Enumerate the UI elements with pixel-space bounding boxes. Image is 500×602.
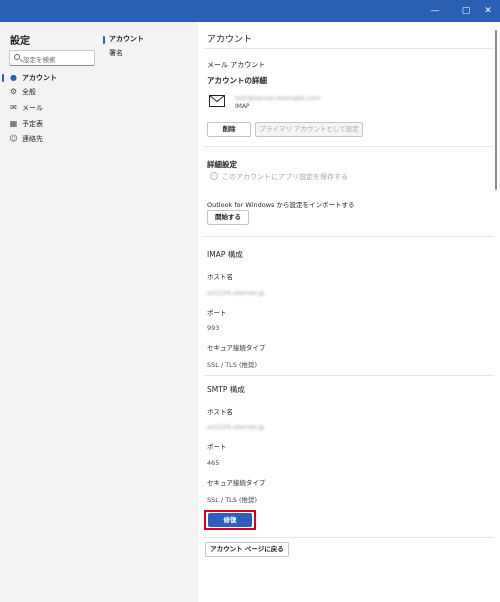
envelope-icon	[209, 95, 225, 107]
search-icon	[14, 54, 20, 60]
divider	[204, 48, 494, 49]
subnav-item-signature[interactable]: 署名	[109, 48, 123, 58]
check-icon[interactable]: ✓	[210, 172, 218, 180]
imap-security-label: セキュア接続タイプ	[207, 344, 266, 352]
scrollbar[interactable]	[495, 30, 497, 190]
page-title: アカウント	[207, 35, 253, 45]
imap-port-label: ポート	[207, 309, 227, 317]
account-settings-panel: アカウント メール アカウント アカウントの詳細 test@server-exa…	[198, 22, 500, 602]
sidebar-item-label: 予定表	[22, 120, 43, 128]
search-placeholder: 設定を検索	[23, 56, 56, 64]
sidebar-item-label: アカウント	[22, 74, 57, 82]
people-icon: ☺	[9, 134, 18, 143]
divider	[204, 146, 494, 147]
settings-sidebar: 設定 設定を検索 ● アカウント ⚙ 全般 ✉ メール ▦ 予定表 ☺ 連絡先	[0, 22, 101, 602]
sidebar-item-account[interactable]: ● アカウント	[0, 71, 101, 85]
smtp-host-label: ホスト名	[207, 408, 233, 416]
maximize-button[interactable]: ▢	[455, 0, 477, 22]
divider	[204, 537, 494, 538]
account-subnav: アカウント 署名	[101, 22, 198, 602]
sidebar-item-general[interactable]: ⚙ 全般	[0, 85, 101, 99]
imap-security-value: SSL / TLS (推奨)	[207, 361, 258, 369]
imap-host-value: sv1234.xserver.jp	[207, 289, 265, 297]
account-email: test@server-example.com	[235, 94, 321, 102]
smtp-port-value: 465	[207, 459, 220, 467]
smtp-host-value: sv1234.xserver.jp	[207, 423, 265, 431]
account-details-heading: アカウントの詳細	[207, 76, 267, 85]
imap-host-label: ホスト名	[207, 273, 233, 281]
imap-heading: IMAP 構成	[207, 250, 243, 259]
sidebar-item-contacts[interactable]: ☺ 連絡先	[0, 132, 101, 146]
mail-icon: ✉	[10, 103, 17, 112]
back-to-accounts-button[interactable]: アカウント ページに戻る	[205, 542, 289, 557]
divider	[204, 375, 494, 376]
save-settings-checkbox-label: このアカウントにアプリ設定を保存する	[222, 173, 348, 181]
smtp-security-label: セキュア接続タイプ	[207, 479, 266, 487]
remove-account-button[interactable]: 削除	[207, 122, 251, 137]
smtp-heading: SMTP 構成	[207, 385, 245, 394]
title-bar: — ▢ ✕	[0, 0, 500, 22]
start-import-button[interactable]: 開始する	[207, 210, 249, 225]
account-type: IMAP	[235, 103, 250, 110]
import-label: Outlook for Windows から設定をインポートする	[207, 201, 355, 209]
sidebar-item-calendar[interactable]: ▦ 予定表	[0, 117, 101, 131]
smtp-security-value: SSL / TLS (推奨)	[207, 496, 258, 504]
sidebar-item-mail[interactable]: ✉ メール	[0, 101, 101, 115]
sidebar-item-label: 全般	[22, 88, 36, 96]
divider	[204, 236, 494, 237]
smtp-port-label: ポート	[207, 443, 227, 451]
close-button[interactable]: ✕	[477, 0, 499, 22]
person-icon: ●	[10, 73, 17, 82]
settings-search-input[interactable]: 設定を検索	[9, 50, 95, 66]
minimize-button[interactable]: —	[424, 0, 446, 22]
active-indicator	[103, 36, 105, 44]
active-indicator	[2, 74, 4, 82]
modify-button[interactable]: 修復	[208, 513, 252, 527]
imap-port-value: 993	[207, 324, 220, 332]
advanced-settings-heading: 詳細設定	[207, 160, 237, 169]
sidebar-item-label: メール	[22, 104, 43, 112]
sidebar-item-label: 連絡先	[22, 135, 43, 143]
settings-title: 設定	[10, 36, 30, 47]
gear-icon: ⚙	[9, 87, 18, 96]
subnav-item-account[interactable]: アカウント	[109, 34, 144, 44]
mail-account-label: メール アカウント	[207, 61, 266, 69]
calendar-icon: ▦	[9, 119, 18, 128]
set-primary-button[interactable]: プライマリ アカウントとして設定	[255, 122, 363, 137]
